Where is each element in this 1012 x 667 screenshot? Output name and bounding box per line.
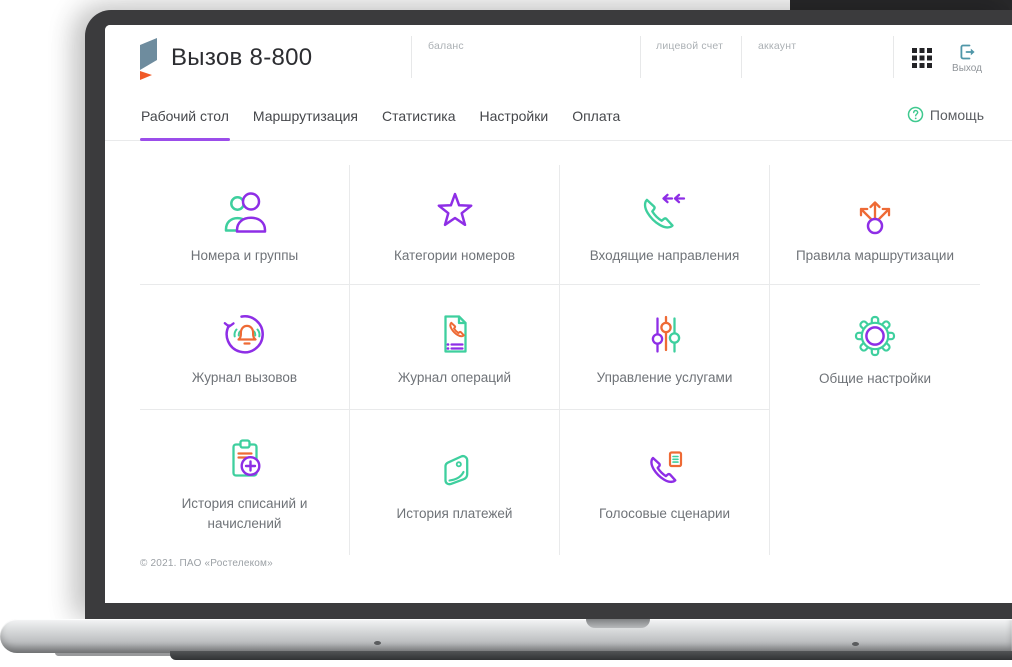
rostelecom-logo-icon — [138, 37, 160, 81]
laptop-foot — [852, 642, 859, 646]
tile-charges-history[interactable]: История списаний и начислений — [140, 410, 350, 555]
tile-incoming-directions[interactable]: Входящие направления — [560, 165, 770, 285]
personal-account-label: лицевой счет — [656, 40, 724, 52]
dashboard-tiles: Номера и группы Категории номеров Входящ… — [140, 165, 980, 555]
tile-number-categories[interactable]: Категории номеров — [350, 165, 560, 285]
tab-payment[interactable]: Оплата — [571, 108, 621, 140]
tab-label: Рабочий стол — [141, 108, 229, 124]
screenshot-stage: Вызов 8-800 баланс лицевой счет аккаунт — [0, 0, 1012, 667]
page-title: Вызов 8-800 — [171, 44, 313, 71]
tab-label: Маршрутизация — [252, 108, 358, 124]
logout-label: Выход — [952, 63, 982, 74]
tab-routing[interactable]: Маршрутизация — [252, 108, 359, 140]
tab-desktop[interactable]: Рабочий стол — [140, 108, 230, 141]
users-icon — [224, 191, 266, 233]
header-divider — [411, 36, 412, 78]
laptop-lid-notch — [586, 619, 650, 628]
tile-label: История платежей — [396, 505, 513, 521]
app-header: Вызов 8-800 баланс лицевой счет аккаунт — [105, 25, 1012, 92]
tile-label: Общие настройки — [818, 370, 932, 386]
main-nav: Рабочий стол Маршрутизация Статистика На… — [105, 91, 1012, 141]
tile-service-management[interactable]: Управление услугами — [560, 285, 770, 410]
logout-icon — [960, 44, 975, 60]
clipboard-plus-icon — [231, 439, 261, 477]
app-window: Вызов 8-800 баланс лицевой счет аккаунт — [105, 25, 1012, 603]
nav-tabs: Рабочий стол Маршрутизация Статистика На… — [140, 91, 621, 141]
account-label: аккаунт — [758, 40, 797, 52]
tile-empty — [770, 410, 980, 555]
tab-label: Статистика — [382, 108, 456, 124]
tile-label: Номера и группы — [190, 247, 299, 263]
tab-statistics[interactable]: Статистика — [381, 108, 457, 140]
voice-script-icon — [649, 451, 682, 483]
help-label: Помощь — [929, 106, 984, 123]
tile-numbers-groups[interactable]: Номера и группы — [140, 165, 350, 285]
routing-arrows-icon — [859, 201, 891, 234]
logout-button[interactable]: Выход — [941, 42, 993, 74]
tile-general-settings[interactable]: Общие настройки — [770, 285, 980, 410]
tab-label: Настройки — [479, 108, 549, 124]
copyright-text: © 2021. ПАО «Ростелеком» — [140, 558, 273, 569]
apps-grid-icon — [912, 48, 932, 68]
tab-label: Оплата — [572, 108, 621, 124]
laptop-base — [0, 619, 1012, 653]
tile-label: История списаний и начислений — [181, 495, 308, 531]
laptop-foot — [374, 641, 381, 645]
operations-log-icon — [443, 315, 467, 353]
help-icon — [907, 106, 924, 123]
header-divider — [741, 36, 742, 78]
help-link[interactable]: Помощь — [907, 106, 984, 123]
tile-operations-log[interactable]: Журнал операций — [350, 285, 560, 410]
call-log-icon — [223, 315, 264, 354]
tile-label: Управление услугами — [596, 370, 733, 386]
tile-label: Категории номеров — [393, 247, 516, 263]
laptop-base-underside — [170, 651, 1012, 660]
header-divider — [893, 36, 894, 78]
star-icon — [437, 192, 472, 226]
tile-label: Журнал операций — [397, 370, 512, 386]
gear-icon — [854, 315, 896, 356]
tab-settings[interactable]: Настройки — [479, 108, 550, 140]
apps-grid-button[interactable] — [911, 47, 933, 69]
tile-call-log[interactable]: Журнал вызовов — [140, 285, 350, 410]
sliders-icon — [651, 316, 680, 353]
tile-payments-history[interactable]: История платежей — [350, 410, 560, 555]
tile-label: Голосовые сценарии — [598, 505, 731, 521]
tile-label: Правила маршрутизации — [795, 247, 955, 263]
wallet-icon — [443, 454, 468, 486]
tile-voice-scenarios[interactable]: Голосовые сценарии — [560, 410, 770, 555]
balance-label: баланс — [428, 40, 464, 52]
tile-label: Журнал вызовов — [191, 370, 298, 386]
incoming-call-icon — [643, 193, 685, 229]
tile-routing-rules[interactable]: Правила маршрутизации — [770, 165, 980, 285]
header-divider — [640, 36, 641, 78]
tile-label: Входящие направления — [589, 247, 740, 263]
